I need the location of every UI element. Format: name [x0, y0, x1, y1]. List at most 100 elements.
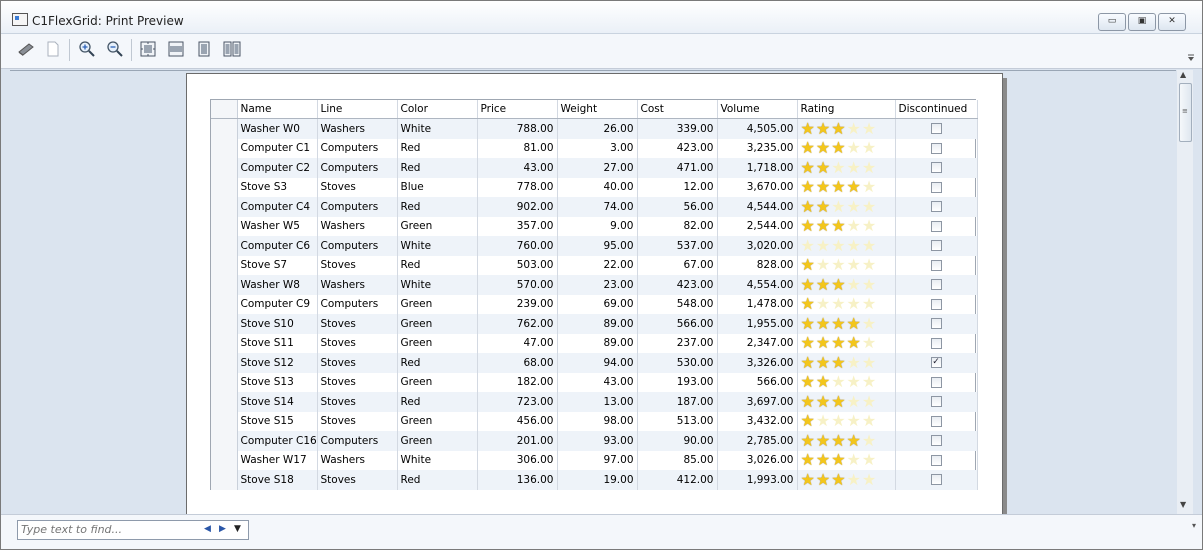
- cell-cost: 412.00: [637, 470, 718, 490]
- maximize-button[interactable]: ▣: [1128, 13, 1156, 31]
- cell-price: 43.00: [477, 158, 558, 178]
- star-icon: ★: [846, 275, 861, 294]
- fit-page-icon[interactable]: [138, 39, 158, 59]
- table-row: Stove S10 Stoves Green 762.00 89.00 566.00 1,9…: [211, 314, 978, 334]
- star-icon: ★: [861, 118, 877, 138]
- star-icon: ★: [815, 197, 831, 216]
- close-button[interactable]: ✕: [1158, 13, 1186, 31]
- table-row: Computer C4 Computers Red 902.00 74.00 56.00 4…: [211, 197, 978, 217]
- cell-name: Washer W5: [237, 216, 318, 236]
- cell-name: Computer C16: [237, 431, 318, 451]
- cell-price: 357.00: [477, 216, 558, 236]
- discontinued-checkbox: [930, 415, 942, 427]
- cell-name: Stove S11: [237, 333, 318, 353]
- star-icon: ★: [846, 411, 861, 431]
- star-icon: ★: [815, 353, 831, 372]
- discontinued-checkbox: [930, 181, 942, 193]
- cell-volume: 2,544.00: [717, 216, 798, 236]
- cell-rating: ★ ★ ★ ★ ★: [797, 392, 896, 412]
- toolbar-separator: [69, 39, 70, 61]
- row-header: [211, 353, 238, 373]
- table-row: Washer W5 Washers Green 357.00 9.00 82.00 2,54…: [211, 216, 978, 236]
- cell-rating: ★ ★ ★ ★ ★: [797, 294, 896, 314]
- cell-color: Red: [397, 470, 478, 490]
- zoom-in-icon[interactable]: [77, 39, 97, 59]
- title-bar: C1FlexGrid: Print Preview ▭ ▣ ✕: [1, 1, 1202, 34]
- zoom-out-icon[interactable]: [105, 39, 125, 59]
- cell-rating: ★ ★ ★ ★ ★: [797, 216, 896, 236]
- cell-line: Computers: [317, 158, 398, 178]
- find-input[interactable]: [21, 522, 193, 536]
- discontinued-checkbox: [930, 435, 942, 447]
- cell-volume: 3,026.00: [717, 450, 798, 470]
- cell-discontinued: ✓: [895, 353, 978, 373]
- two-page-icon[interactable]: [222, 39, 242, 59]
- cell-color: Green: [397, 372, 478, 392]
- single-page-icon[interactable]: [194, 39, 214, 59]
- findbar-overflow-icon[interactable]: ▾: [1192, 521, 1196, 530]
- cell-line: Computers: [317, 197, 398, 217]
- star-icon: ★: [800, 353, 815, 372]
- column-header-weight: Weight: [557, 100, 638, 119]
- cell-name: Computer C1: [237, 138, 318, 158]
- cell-rating: ★ ★ ★ ★ ★: [797, 118, 896, 139]
- row-header: [211, 411, 238, 431]
- row-header: [211, 118, 238, 139]
- cell-weight: 74.00: [557, 197, 638, 217]
- print-icon[interactable]: [16, 39, 36, 59]
- row-header: [211, 431, 238, 451]
- star-icon: ★: [800, 450, 815, 470]
- star-icon: ★: [846, 158, 861, 177]
- star-icon: ★: [800, 392, 815, 411]
- minimize-button[interactable]: ▭: [1098, 13, 1126, 31]
- cell-price: 456.00: [477, 411, 558, 431]
- cell-discontinued: [895, 118, 978, 139]
- cell-weight: 19.00: [557, 470, 638, 490]
- toolbar: [1, 34, 1202, 69]
- find-box[interactable]: ◀ ▶ ▼: [17, 520, 249, 540]
- find-bar: ◀ ▶ ▼ ▾: [1, 514, 1202, 549]
- star-icon: ★: [815, 333, 831, 353]
- print-preview-window: C1FlexGrid: Print Preview ▭ ▣ ✕ Name Lin…: [0, 0, 1203, 550]
- row-header: [211, 314, 238, 334]
- toolbar-overflow-icon[interactable]: [1184, 35, 1198, 65]
- star-icon: ★: [861, 470, 877, 489]
- star-icon: ★: [861, 138, 877, 158]
- cell-cost: 339.00: [637, 118, 718, 139]
- cell-volume: 3,235.00: [717, 138, 798, 158]
- table-row: Stove S14 Stoves Red 723.00 13.00 187.00 3,697…: [211, 392, 978, 412]
- find-options-dropdown[interactable]: ▼: [234, 524, 241, 534]
- scroll-down-icon[interactable]: ▼: [1180, 500, 1186, 509]
- star-icon: ★: [846, 392, 861, 411]
- cell-weight: 40.00: [557, 177, 638, 197]
- page-setup-icon[interactable]: [43, 39, 63, 59]
- cell-line: Computers: [317, 294, 398, 314]
- scroll-thumb[interactable]: ≡: [1179, 83, 1192, 142]
- grid-body: Washer W0 Washers White 788.00 26.00 339.00 4,…: [211, 118, 978, 490]
- cell-weight: 13.00: [557, 392, 638, 412]
- cell-line: Stoves: [317, 392, 398, 412]
- find-next-button[interactable]: ▶: [219, 524, 226, 534]
- star-icon: ★: [800, 158, 815, 177]
- star-icon: ★: [815, 118, 831, 138]
- preview-area[interactable]: Name Line Color Price Weight Cost Volume…: [10, 70, 1176, 515]
- table-row: Computer C9 Computers Green 239.00 69.00 548.…: [211, 294, 978, 314]
- cell-weight: 9.00: [557, 216, 638, 236]
- cell-volume: 4,544.00: [717, 197, 798, 217]
- scroll-up-icon[interactable]: ▲: [1180, 70, 1186, 79]
- fit-width-icon[interactable]: [166, 39, 186, 59]
- row-header: [211, 177, 238, 197]
- star-icon: ★: [800, 216, 815, 236]
- cell-volume: 2,347.00: [717, 333, 798, 353]
- star-icon: ★: [831, 353, 846, 372]
- star-icon: ★: [861, 275, 877, 294]
- star-icon: ★: [831, 275, 846, 294]
- vertical-scrollbar[interactable]: ▲ ≡ ▼: [1177, 70, 1193, 514]
- cell-price: 723.00: [477, 392, 558, 412]
- cell-cost: 12.00: [637, 177, 718, 197]
- row-header: [211, 138, 238, 158]
- row-header: [211, 392, 238, 412]
- star-icon: ★: [831, 314, 846, 333]
- find-previous-button[interactable]: ◀: [204, 524, 211, 534]
- cell-volume: 2,785.00: [717, 431, 798, 451]
